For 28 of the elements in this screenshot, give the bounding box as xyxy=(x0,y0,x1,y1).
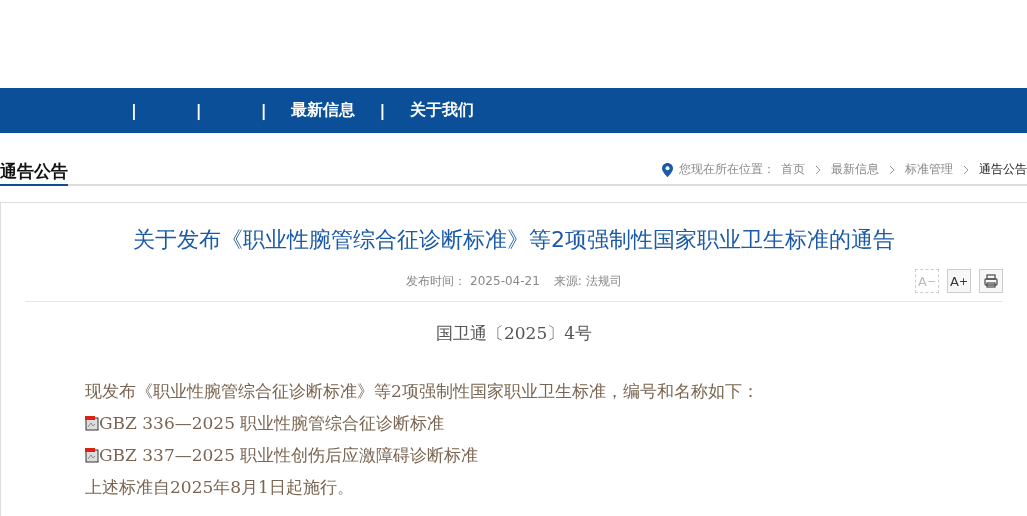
body-paragraph: 现发布《职业性腕管综合征诊断标准》等2项强制性国家职业卫生标准，编号和名称如下： xyxy=(85,380,760,403)
nav-separator: | xyxy=(131,101,137,120)
breadcrumb-link[interactable]: 标准管理 xyxy=(905,161,953,178)
article-title: 关于发布《职业性腕管综合征诊断标准》等2项强制性国家职业卫生标准的通告 xyxy=(132,226,896,254)
location-pin-icon xyxy=(662,162,673,177)
breadcrumb-link[interactable]: 首页 xyxy=(781,161,805,178)
nav-separator: | xyxy=(195,101,202,120)
printer-icon xyxy=(983,273,999,289)
document-number: 国卫通〔2025〕4号 xyxy=(434,322,594,345)
section-title: 通告公告 xyxy=(0,159,68,186)
print-button[interactable] xyxy=(979,269,1003,293)
breadcrumb-label: 您现在所在位置： xyxy=(679,161,775,178)
pdf-file-icon xyxy=(85,415,99,431)
nav-link[interactable]: 最新信息 xyxy=(290,100,355,121)
meta-text: 发布时间： 2025-04-21 xyxy=(406,272,540,290)
chevron-icon xyxy=(889,164,895,175)
body-paragraph: 上述标准自2025年8月1日起施行。 xyxy=(85,476,355,499)
nav-link[interactable]: 关于我们 xyxy=(410,100,475,121)
breadcrumb-link[interactable]: 通告公告 xyxy=(979,161,1027,178)
chevron-icon xyxy=(815,164,821,175)
attachment-link[interactable]: GBZ 336—2025 职业性腕管综合征诊断标准 xyxy=(99,407,445,439)
attachment-link[interactable]: GBZ 337—2025 职业性创伤后应激障碍诊断标准 xyxy=(99,439,479,471)
pdf-file-icon xyxy=(85,447,99,463)
meta-text: 来源: 法规司 xyxy=(553,272,622,290)
nav-separator: | xyxy=(379,101,386,120)
chevron-icon xyxy=(963,164,969,175)
nav-separator: | xyxy=(260,101,267,120)
breadcrumb-link[interactable]: 最新信息 xyxy=(831,161,879,178)
